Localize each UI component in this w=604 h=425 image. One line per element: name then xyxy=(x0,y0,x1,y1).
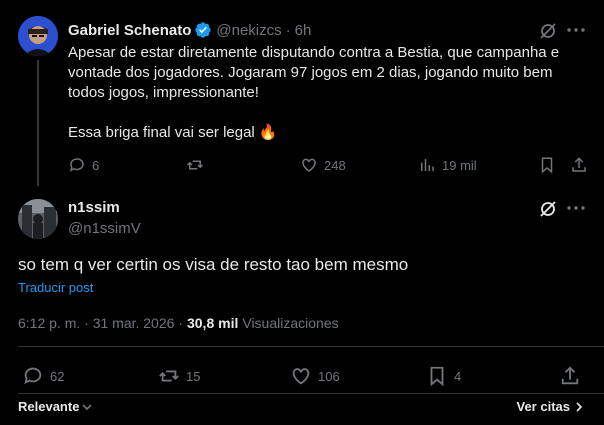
sort-dropdown[interactable]: Relevante xyxy=(18,399,93,414)
more-options-icon[interactable] xyxy=(566,20,586,40)
share-icon xyxy=(561,366,579,385)
parent-author-name[interactable]: Gabriel Schenato xyxy=(68,22,191,39)
parent-reply-count: 6 xyxy=(92,157,100,173)
parent-bookmark-button[interactable] xyxy=(538,155,556,175)
views-icon xyxy=(421,159,434,171)
parent-views-button[interactable]: 19 mil xyxy=(418,155,477,175)
reply-reply-count: 62 xyxy=(50,368,65,384)
parent-time[interactable]: 6h xyxy=(295,22,312,39)
verified-badge-icon xyxy=(194,21,212,39)
replies-toolbar: Relevante Ver citas xyxy=(0,397,604,419)
thread-line xyxy=(37,60,39,186)
reply-icon xyxy=(24,367,42,385)
reply-handle[interactable]: @n1ssimV xyxy=(68,220,141,237)
parent-text-paragraph-2: Essa briga final vai ser legal 🔥 xyxy=(68,124,278,141)
parent-tweet[interactable]: Gabriel Schenato @nekizcs · 6h Apesar de… xyxy=(0,0,604,186)
grok-icon[interactable] xyxy=(538,199,558,219)
reply-bookmark-count: 4 xyxy=(454,368,462,384)
chevron-down-icon xyxy=(82,403,92,410)
separator-dot: · xyxy=(285,21,291,39)
bookmark-icon xyxy=(541,157,553,174)
parent-header: Gabriel Schenato @nekizcs · 6h xyxy=(68,20,311,40)
parent-actions: 6 248 19 mil xyxy=(68,155,588,177)
parent-handle[interactable]: @nekizcs xyxy=(216,22,281,39)
parent-like-count: 248 xyxy=(324,157,346,173)
reply-views-label: Visualizaciones xyxy=(242,315,339,331)
sort-label: Relevante xyxy=(18,399,80,414)
reply-author-name[interactable]: n1ssim xyxy=(68,199,120,216)
bookmark-icon xyxy=(430,366,444,387)
reply-retweet-count: 15 xyxy=(186,368,201,384)
heart-icon xyxy=(292,368,310,385)
parent-share-button[interactable] xyxy=(570,155,588,175)
reply-icon xyxy=(69,158,84,172)
reply-like-count: 106 xyxy=(318,368,340,384)
reply-avatar[interactable] xyxy=(18,199,58,239)
retweet-icon xyxy=(159,370,179,382)
share-icon xyxy=(572,157,586,172)
heart-icon xyxy=(302,158,316,172)
grok-icon[interactable] xyxy=(538,21,558,41)
parent-text: Apesar de estar diretamente disputando c… xyxy=(68,43,568,143)
chevron-right-icon xyxy=(576,401,583,412)
divider xyxy=(18,393,604,394)
view-quotes-link[interactable]: Ver citas xyxy=(517,399,585,414)
parent-reply-button[interactable]: 6 xyxy=(68,155,99,175)
reply-views-count: 30,8 mil xyxy=(186,315,239,331)
parent-avatar[interactable] xyxy=(18,16,58,56)
reply-like-button[interactable]: 106 xyxy=(290,365,340,387)
parent-like-button[interactable]: 248 xyxy=(300,155,346,175)
parent-view-count: 19 mil xyxy=(442,157,477,173)
view-quotes-label: Ver citas xyxy=(516,399,571,414)
retweet-icon xyxy=(186,160,204,170)
divider xyxy=(18,346,604,347)
reply-actions: 62 15 106 4 xyxy=(18,365,588,389)
more-options-icon[interactable] xyxy=(566,198,586,218)
translate-post-link[interactable]: Traducir post xyxy=(18,280,93,295)
reply-share-button[interactable] xyxy=(559,365,581,387)
reply-reply-button[interactable]: 62 xyxy=(22,365,64,387)
parent-retweet-button[interactable] xyxy=(186,155,204,175)
reply-retweet-button[interactable]: 15 xyxy=(158,365,200,387)
reply-bookmark-button[interactable]: 4 xyxy=(426,365,461,387)
reply-timestamp[interactable]: 6:12 p. m. · 31 mar. 2026 · xyxy=(18,315,183,331)
parent-text-paragraph-1: Apesar de estar diretamente disputando c… xyxy=(68,44,564,101)
reply-meta: 6:12 p. m. · 31 mar. 2026 · 30,8 mil Vis… xyxy=(18,315,339,331)
reply-text: so tem q ver certin os visa de resto tao… xyxy=(18,255,409,274)
